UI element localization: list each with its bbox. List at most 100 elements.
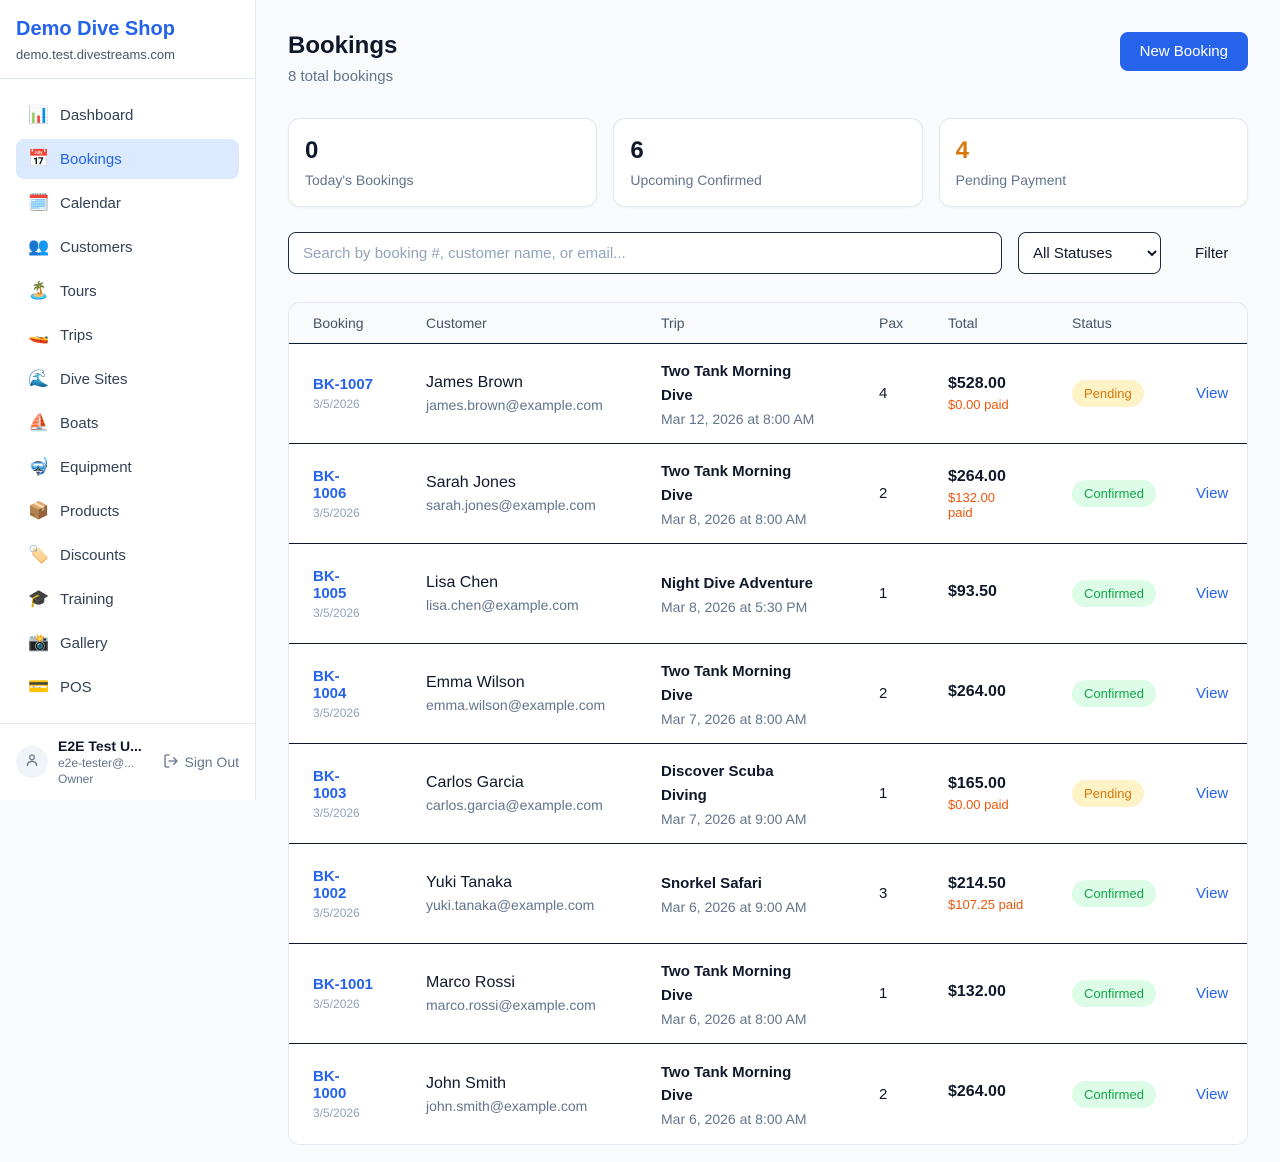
sidebar-item-tours[interactable]: 🏝️Tours bbox=[16, 271, 239, 311]
filter-button[interactable]: Filter bbox=[1195, 245, 1228, 262]
sidebar: Demo Dive Shop demo.test.divestreams.com… bbox=[0, 0, 256, 800]
booking-date: 3/5/2026 bbox=[313, 706, 426, 720]
sidebar-item-discounts[interactable]: 🏷️Discounts bbox=[16, 535, 239, 575]
view-link[interactable]: View bbox=[1196, 1086, 1228, 1103]
bookings-table: Booking Customer Trip Pax Total Status B… bbox=[288, 302, 1248, 1145]
brand-name: Demo Dive Shop bbox=[16, 18, 239, 41]
graduation-cap-icon: 🎓 bbox=[28, 589, 48, 609]
pax-count: 3 bbox=[879, 885, 948, 902]
sidebar-item-trips[interactable]: 🚤Trips bbox=[16, 315, 239, 355]
status-badge: Confirmed bbox=[1072, 680, 1156, 707]
stat-label: Pending Payment bbox=[956, 172, 1231, 188]
user-box: E2E Test U... e2e-tester@... Owner Sign … bbox=[0, 723, 255, 800]
trip-name: Two Tank Morning Dive bbox=[661, 360, 879, 407]
status-badge: Confirmed bbox=[1072, 980, 1156, 1007]
sidebar-item-dashboard[interactable]: 📊 Dashboard bbox=[16, 95, 239, 135]
status-filter-select[interactable]: All Statuses bbox=[1018, 232, 1161, 274]
customer-name: Yuki Tanaka bbox=[426, 874, 661, 892]
sidebar-item-products[interactable]: 📦 Products bbox=[16, 491, 239, 531]
brand-domain: demo.test.divestreams.com bbox=[16, 47, 239, 62]
status-badge: Confirmed bbox=[1072, 1081, 1156, 1108]
sidebar-item-dive-sites[interactable]: 🌊Dive Sites bbox=[16, 359, 239, 399]
paid-amount: $107.25 paid bbox=[948, 897, 1072, 912]
pax-count: 2 bbox=[879, 685, 948, 702]
view-link[interactable]: View bbox=[1196, 685, 1228, 702]
sidebar-item-boats[interactable]: ⛵Boats bbox=[16, 403, 239, 443]
sign-out-button[interactable]: Sign Out bbox=[163, 753, 239, 772]
col-header-booking: Booking bbox=[313, 315, 426, 331]
bar-chart-icon: 📊 bbox=[28, 105, 48, 125]
camera-icon: 📸 bbox=[28, 633, 48, 653]
search-input[interactable] bbox=[288, 232, 1002, 274]
booking-date: 3/5/2026 bbox=[313, 997, 426, 1011]
sidebar-item-label: POS bbox=[60, 679, 92, 696]
booking-id-link[interactable]: BK- 1005 bbox=[313, 568, 426, 602]
sign-out-label: Sign Out bbox=[185, 754, 239, 770]
trip-name: Two Tank Morning Dive bbox=[661, 960, 879, 1007]
sidebar-item-gallery[interactable]: 📸Gallery bbox=[16, 623, 239, 663]
package-icon: 📦 bbox=[28, 501, 48, 521]
booking-id-link[interactable]: BK-1001 bbox=[313, 976, 426, 993]
trip-name: Two Tank Morning Dive bbox=[661, 660, 879, 707]
total-amount: $264.00 bbox=[948, 1083, 1072, 1101]
booking-id-link[interactable]: BK- 1006 bbox=[313, 468, 426, 502]
pax-count: 2 bbox=[879, 1086, 948, 1103]
booking-id-link[interactable]: BK- 1003 bbox=[313, 768, 426, 802]
avatar bbox=[16, 746, 48, 778]
status-badge: Pending bbox=[1072, 380, 1144, 407]
page-title: Bookings bbox=[288, 32, 397, 60]
view-link[interactable]: View bbox=[1196, 385, 1228, 402]
pax-count: 1 bbox=[879, 785, 948, 802]
booking-date: 3/5/2026 bbox=[313, 806, 426, 820]
status-badge: Confirmed bbox=[1072, 580, 1156, 607]
person-icon bbox=[24, 752, 40, 773]
sidebar-item-calendar[interactable]: 🗓️ Calendar bbox=[16, 183, 239, 223]
paid-amount: $132.00 paid bbox=[948, 490, 1072, 520]
table-row: BK- 10033/5/2026 Carlos Garciacarlos.gar… bbox=[289, 744, 1247, 844]
main-content: Bookings 8 total bookings New Booking 0 … bbox=[256, 0, 1280, 1162]
view-link[interactable]: View bbox=[1196, 485, 1228, 502]
sidebar-item-label: Training bbox=[60, 591, 114, 608]
stat-value: 0 bbox=[305, 137, 580, 165]
booking-id-link[interactable]: BK-1007 bbox=[313, 376, 426, 393]
sidebar-item-bookings[interactable]: 📅Bookings bbox=[16, 139, 239, 179]
sidebar-item-equipment[interactable]: 🤿Equipment bbox=[16, 447, 239, 487]
table-row: BK- 10053/5/2026 Lisa Chenlisa.chen@exam… bbox=[289, 544, 1247, 644]
view-link[interactable]: View bbox=[1196, 885, 1228, 902]
trip-name: Night Dive Adventure bbox=[661, 572, 879, 595]
trip-name: Two Tank Morning Dive bbox=[661, 460, 879, 507]
sidebar-item-customers[interactable]: 👥Customers bbox=[16, 227, 239, 267]
customer-name: Sarah Jones bbox=[426, 474, 661, 492]
sidebar-item-label: Calendar bbox=[60, 195, 121, 212]
page-header: Bookings 8 total bookings New Booking bbox=[288, 32, 1248, 85]
view-link[interactable]: View bbox=[1196, 585, 1228, 602]
stat-label: Today's Bookings bbox=[305, 172, 580, 188]
view-link[interactable]: View bbox=[1196, 785, 1228, 802]
wave-icon: 🌊 bbox=[28, 369, 48, 389]
trip-name: Two Tank Morning Dive bbox=[661, 1061, 879, 1108]
new-booking-button[interactable]: New Booking bbox=[1120, 32, 1248, 71]
stat-value: 6 bbox=[630, 137, 905, 165]
spiral-calendar-icon: 🗓️ bbox=[28, 193, 48, 213]
status-badge: Confirmed bbox=[1072, 480, 1156, 507]
customer-email: john.smith@example.com bbox=[426, 1098, 661, 1114]
customer-email: sarah.jones@example.com bbox=[426, 497, 661, 513]
sailboat-icon: ⛵ bbox=[28, 413, 48, 433]
stat-card-upcoming-confirmed: 6 Upcoming Confirmed bbox=[613, 118, 922, 207]
pax-count: 1 bbox=[879, 985, 948, 1002]
customer-email: marco.rossi@example.com bbox=[426, 997, 661, 1013]
sidebar-item-training[interactable]: 🎓 Training bbox=[16, 579, 239, 619]
speedboat-icon: 🚤 bbox=[28, 325, 48, 345]
booking-id-link[interactable]: BK- 1002 bbox=[313, 868, 426, 902]
sidebar-item-label: Bookings bbox=[60, 151, 122, 168]
booking-id-link[interactable]: BK- 1004 bbox=[313, 668, 426, 702]
table-row: BK-10013/5/2026 Marco Rossimarco.rossi@e… bbox=[289, 944, 1247, 1044]
log-out-icon bbox=[163, 753, 179, 772]
stat-card-todays-bookings: 0 Today's Bookings bbox=[288, 118, 597, 207]
controls-row: All Statuses Filter bbox=[288, 232, 1248, 274]
sidebar-item-label: Products bbox=[60, 503, 119, 520]
sidebar-item-label: Dashboard bbox=[60, 107, 133, 124]
booking-id-link[interactable]: BK- 1000 bbox=[313, 1068, 426, 1102]
sidebar-item-pos[interactable]: 💳POS bbox=[16, 667, 239, 707]
view-link[interactable]: View bbox=[1196, 985, 1228, 1002]
